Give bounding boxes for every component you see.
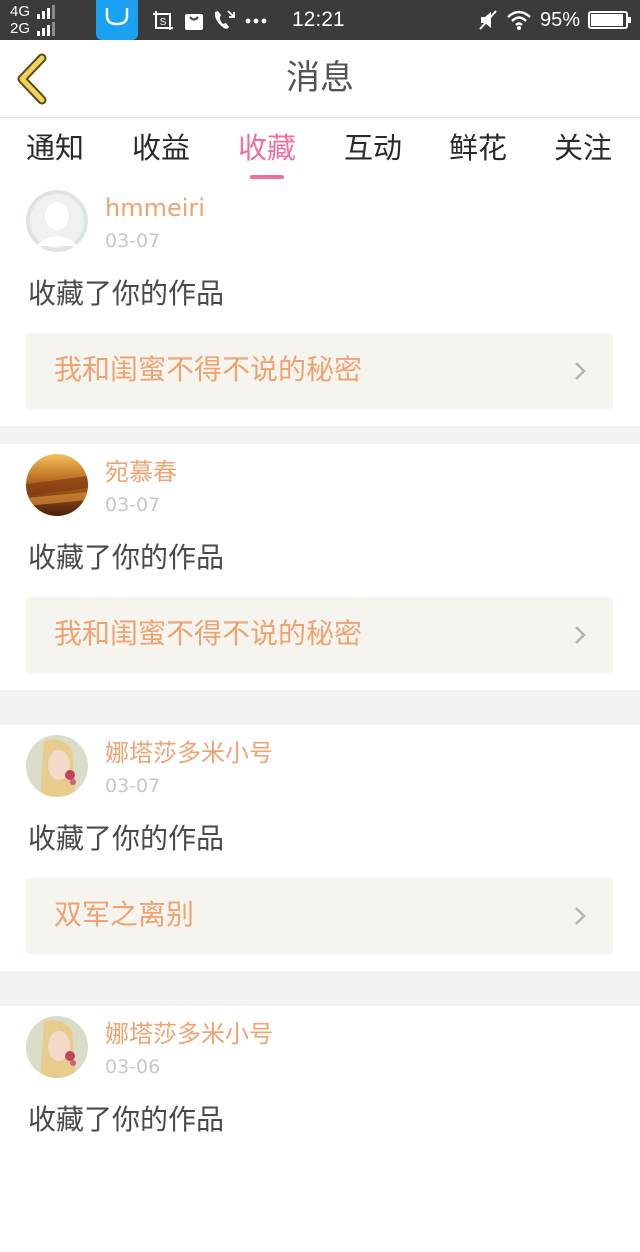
app-store-notification-icon [96, 0, 138, 40]
mute-icon [479, 10, 497, 30]
screenshot-icon: S [153, 11, 173, 30]
default-avatar-icon [26, 190, 88, 252]
network-4g-label: 4G [10, 3, 31, 20]
user-avatar-image [26, 454, 88, 516]
timestamp: 03-07 [105, 775, 161, 797]
list-item: hmmeiri 03-07 收藏了你的作品 我和闺蜜不得不说的秘密 [0, 180, 640, 426]
username[interactable]: 宛慕春 [105, 457, 177, 487]
tab-earnings[interactable]: 收益 [132, 128, 190, 180]
top-bar: 消息 [0, 40, 640, 118]
tab-flowers[interactable]: 鲜花 [449, 128, 507, 180]
work-title: 双军之离别 [54, 898, 195, 931]
tab-label: 鲜花 [449, 131, 508, 165]
username[interactable]: 娜塔莎多米小号 [105, 738, 273, 768]
system-icons: 95% [478, 7, 631, 33]
action-text: 收藏了你的作品 [28, 277, 225, 310]
username[interactable]: 娜塔莎多米小号 [105, 1019, 273, 1049]
status-bar: 4G 2G S 12:21 95% [0, 0, 640, 40]
battery-icon [588, 11, 631, 29]
more-icon [245, 18, 267, 24]
action-text: 收藏了你的作品 [28, 1103, 225, 1136]
tab-label: 通知 [26, 131, 85, 165]
work-link[interactable]: 我和闺蜜不得不说的秘密 [26, 597, 613, 673]
list-item: 宛慕春 03-07 收藏了你的作品 我和闺蜜不得不说的秘密 [0, 444, 640, 690]
timestamp: 03-06 [105, 1056, 161, 1078]
notification-icons: S [152, 7, 268, 33]
avatar[interactable] [26, 190, 88, 252]
list-item: 娜塔莎多米小号 03-06 收藏了你的作品 [0, 1006, 640, 1252]
timestamp: 03-07 [105, 494, 161, 516]
network-indicator: 4G 2G [10, 3, 72, 37]
work-link[interactable]: 双军之离别 [26, 878, 613, 954]
list-item: 娜塔莎多米小号 03-07 收藏了你的作品 双军之离别 [0, 725, 640, 971]
tab-favorites[interactable]: 收藏 [238, 128, 296, 180]
tab-notifications[interactable]: 通知 [26, 128, 84, 180]
battery-percent: 95% [539, 8, 580, 31]
network-2g-label: 2G [10, 20, 31, 37]
tab-interactions[interactable]: 互动 [344, 128, 402, 180]
user-avatar-image [26, 735, 88, 797]
missed-call-icon [214, 10, 235, 29]
tab-bar: 通知 收益 收藏 互动 鲜花 关注 [0, 118, 640, 180]
tab-label: 互动 [344, 131, 403, 165]
avatar[interactable] [26, 1016, 88, 1078]
work-title: 我和闺蜜不得不说的秘密 [54, 617, 363, 650]
action-text: 收藏了你的作品 [28, 541, 225, 574]
clock: 12:21 [292, 8, 345, 31]
user-avatar-image [26, 1016, 88, 1078]
tab-label: 收藏 [238, 131, 297, 165]
wifi-icon [507, 10, 531, 30]
chevron-right-icon [575, 362, 586, 380]
work-link[interactable]: 我和闺蜜不得不说的秘密 [26, 333, 613, 409]
page-title: 消息 [286, 58, 354, 98]
username[interactable]: hmmeiri [105, 193, 205, 223]
action-text: 收藏了你的作品 [28, 822, 225, 855]
chevron-right-icon [575, 907, 586, 925]
timestamp: 03-07 [105, 230, 161, 252]
chevron-right-icon [575, 626, 586, 644]
tab-label: 收益 [132, 131, 191, 165]
shopping-bag-icon [185, 14, 203, 30]
battery-level [591, 14, 624, 26]
signal-2g-icon [37, 21, 55, 36]
signal-4g-icon [37, 4, 55, 19]
work-title: 我和闺蜜不得不说的秘密 [54, 353, 363, 386]
tab-following[interactable]: 关注 [554, 128, 612, 180]
svg-text:S: S [160, 17, 167, 28]
active-tab-indicator [250, 175, 284, 179]
avatar[interactable] [26, 735, 88, 797]
avatar[interactable] [26, 454, 88, 516]
tab-label: 关注 [554, 131, 613, 165]
